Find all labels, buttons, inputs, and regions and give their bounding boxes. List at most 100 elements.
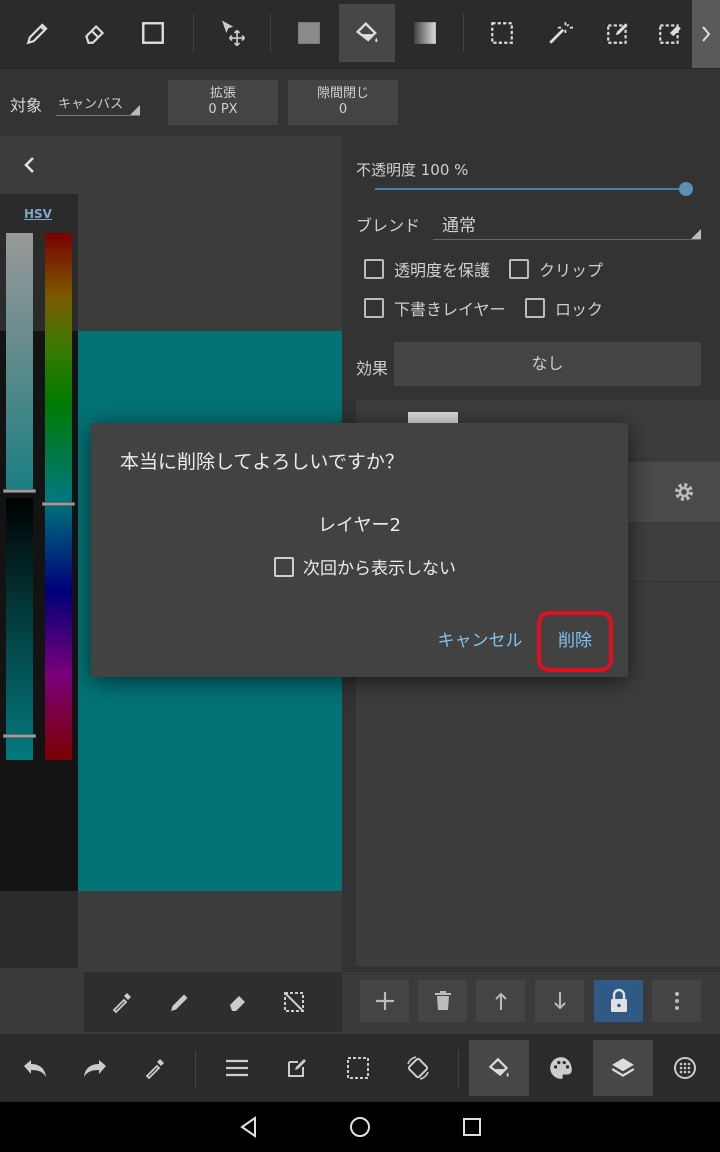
dialog-layer-name: レイヤー2 (318, 515, 401, 536)
collapse-panel-button[interactable] (18, 152, 40, 178)
redo-icon (84, 1060, 106, 1077)
magic-wand-button[interactable] (532, 4, 588, 62)
hamburger-menu-icon (226, 1059, 248, 1077)
paint-bucket-icon (488, 1057, 509, 1077)
layers-panel-button[interactable] (593, 1040, 653, 1096)
opacity-slider[interactable] (375, 188, 686, 190)
edit-icon (288, 1059, 306, 1077)
eraser-quick-button[interactable] (218, 982, 258, 1022)
chevron-right-icon (702, 26, 711, 42)
lock-layer-button[interactable] (594, 980, 643, 1022)
eraser-icon (85, 24, 105, 44)
gear-icon (675, 483, 693, 501)
draft-layer-checkbox[interactable]: 下書きレイヤー (364, 296, 506, 320)
deselect-icon (284, 992, 304, 1012)
select-pen-button[interactable] (590, 4, 646, 62)
dont-show-again-label: 次回から表示しない (303, 559, 456, 579)
layer-menu-button[interactable] (652, 980, 701, 1022)
eyedropper-icon (145, 1059, 164, 1080)
bucket-panel-button[interactable] (469, 1040, 529, 1096)
draft-layer-label: 下書きレイヤー (394, 300, 506, 319)
color-palette-button[interactable] (531, 1040, 591, 1096)
pen-icon (171, 994, 188, 1011)
cancel-button[interactable]: キャンセル (432, 626, 528, 658)
more-vertical-icon (674, 992, 679, 1010)
shape-tool-button[interactable] (125, 4, 181, 62)
value-slider[interactable] (6, 498, 33, 760)
hue-handle[interactable] (42, 502, 75, 506)
delete-layer-button[interactable] (418, 980, 467, 1022)
hue-slider[interactable] (45, 233, 72, 760)
dashed-select-icon (347, 1057, 369, 1079)
delete-button[interactable]: 削除 (537, 611, 613, 672)
eraser-tool-button[interactable] (67, 4, 123, 62)
bucket-tool-button[interactable] (339, 4, 395, 62)
filled-square-icon (298, 22, 320, 44)
add-layer-button[interactable] (360, 980, 409, 1022)
arrow-up-icon (494, 992, 507, 1010)
trash-icon (434, 991, 451, 1010)
eraser-icon (230, 996, 245, 1011)
gradient-tool-button[interactable] (397, 4, 453, 62)
opacity-slider-knob[interactable] (679, 182, 693, 196)
select-eraser-icon (659, 24, 681, 44)
nav-recents-button[interactable] (457, 1112, 487, 1142)
move-layer-down-button[interactable] (535, 980, 584, 1022)
nav-back-button[interactable] (234, 1112, 264, 1142)
target-select[interactable]: キャンバス (56, 88, 140, 116)
fill-color-button[interactable] (281, 4, 337, 62)
move-layer-up-button[interactable] (476, 980, 525, 1022)
clip-checkbox[interactable]: クリップ (509, 257, 603, 281)
redo-button[interactable] (65, 1040, 125, 1096)
layer-settings-button[interactable] (672, 480, 696, 504)
undo-button[interactable] (5, 1040, 65, 1096)
square-outline-icon (142, 22, 164, 44)
target-label: 対象 (10, 96, 43, 115)
value-handle[interactable] (3, 734, 36, 738)
dont-show-again-checkbox[interactable]: 次回から表示しない (274, 554, 456, 579)
nav-home-button[interactable] (345, 1112, 375, 1142)
checkbox-box (509, 259, 529, 279)
material-button[interactable] (655, 1040, 715, 1096)
dotted-circle-icon (674, 1057, 696, 1079)
lock-checkbox[interactable]: ロック (525, 296, 603, 320)
blend-mode-select[interactable]: 通常 (433, 206, 701, 240)
lock-label: ロック (555, 300, 604, 319)
blend-label: ブレンド (356, 216, 421, 235)
hsv-tab[interactable]: HSV (24, 207, 52, 221)
select-pen-icon (607, 23, 628, 44)
pen-quick-button[interactable] (160, 982, 200, 1022)
expand-option-button[interactable]: 拡張 0 PX (168, 80, 278, 125)
pen-tool-button[interactable] (10, 4, 66, 62)
selection-button[interactable] (328, 1040, 388, 1096)
deselect-quick-button[interactable] (274, 982, 314, 1022)
arrow-down-icon (553, 992, 566, 1010)
toolbar-divider (195, 1050, 196, 1088)
plus-icon (375, 992, 394, 1010)
rotate-canvas-button[interactable] (388, 1040, 448, 1096)
select-rect-button[interactable] (474, 4, 530, 62)
eyedropper-button[interactable] (125, 1040, 185, 1096)
toolbar-scroll-button[interactable] (692, 0, 720, 68)
target-select-value: キャンバス (58, 97, 124, 112)
expand-label: 拡張 (209, 86, 236, 101)
toolbar-divider (270, 14, 271, 52)
move-tool-button[interactable] (204, 4, 260, 62)
clip-label: クリップ (539, 261, 604, 280)
gap-close-option-button[interactable]: 隙間閉じ 0 (288, 80, 398, 125)
eyedropper-quick-button[interactable] (102, 982, 142, 1022)
paint-bucket-icon (355, 22, 378, 43)
chevron-left-icon (24, 157, 34, 173)
checkbox-box (525, 298, 545, 318)
menu-button[interactable] (207, 1040, 267, 1096)
eyedropper-icon (112, 993, 131, 1014)
move-cursor-icon (222, 20, 246, 47)
select-eraser-button[interactable] (648, 4, 692, 62)
palette-icon (550, 1057, 572, 1079)
effect-button[interactable]: なし (394, 342, 701, 386)
saturation-slider[interactable] (6, 233, 33, 491)
magic-wand-icon (549, 22, 573, 44)
protect-alpha-checkbox[interactable]: 透明度を保護 (364, 257, 490, 281)
edit-button[interactable] (267, 1040, 327, 1096)
saturation-handle[interactable] (3, 489, 36, 493)
